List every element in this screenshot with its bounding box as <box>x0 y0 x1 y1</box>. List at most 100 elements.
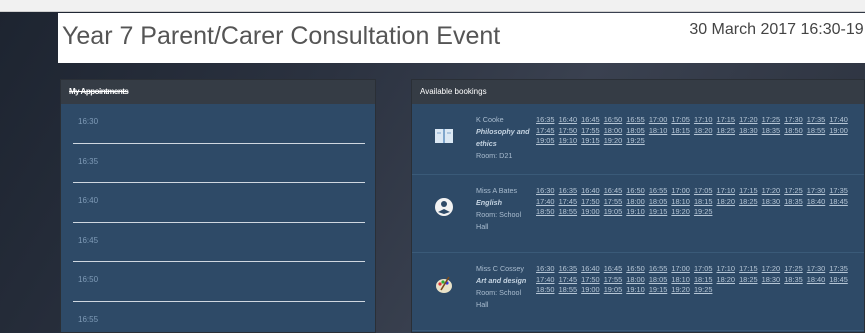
booking-slot-link[interactable]: 17:45 <box>536 126 555 135</box>
booking-slot-link[interactable]: 18:05 <box>649 197 668 206</box>
booking-slot-link[interactable]: 18:30 <box>762 275 781 284</box>
booking-slot-link[interactable]: 19:00 <box>581 285 600 294</box>
appointment-slot[interactable]: 16:50 <box>73 262 365 302</box>
booking-slot-link[interactable]: 17:05 <box>671 115 690 124</box>
booking-slot-link[interactable]: 18:55 <box>559 207 578 216</box>
booking-slot-link[interactable]: 18:20 <box>694 126 713 135</box>
booking-slot-link[interactable]: 19:15 <box>581 136 600 145</box>
booking-slot-link[interactable]: 17:25 <box>762 115 781 124</box>
booking-slot-link[interactable]: 16:55 <box>626 115 645 124</box>
booking-slot-link[interactable]: 17:55 <box>604 275 623 284</box>
booking-slot-link[interactable]: 18:05 <box>649 275 668 284</box>
booking-slot-link[interactable]: 17:50 <box>581 275 600 284</box>
booking-slot-link[interactable]: 18:00 <box>604 126 623 135</box>
booking-slot-link[interactable]: 18:50 <box>536 207 555 216</box>
booking-slot-link[interactable]: 18:05 <box>626 126 645 135</box>
booking-slot-link[interactable]: 16:45 <box>604 186 623 195</box>
booking-slot-link[interactable]: 18:20 <box>717 197 736 206</box>
booking-slot-link[interactable]: 17:35 <box>807 115 826 124</box>
booking-slot-link[interactable]: 19:00 <box>829 126 848 135</box>
booking-slot-link[interactable]: 18:15 <box>694 197 713 206</box>
booking-slot-link[interactable]: 16:50 <box>604 115 623 124</box>
booking-slot-link[interactable]: 17:20 <box>762 264 781 273</box>
booking-slot-link[interactable]: 17:40 <box>536 275 555 284</box>
booking-slot-link[interactable]: 17:50 <box>559 126 578 135</box>
booking-slot-link[interactable]: 16:40 <box>559 115 578 124</box>
booking-slot-link[interactable]: 19:15 <box>649 207 668 216</box>
booking-slot-link[interactable]: 16:50 <box>626 264 645 273</box>
booking-slot-link[interactable]: 18:15 <box>694 275 713 284</box>
booking-slot-link[interactable]: 17:10 <box>717 186 736 195</box>
booking-slot-link[interactable]: 18:40 <box>807 275 826 284</box>
booking-slot-link[interactable]: 19:15 <box>649 285 668 294</box>
booking-slot-link[interactable]: 16:45 <box>604 264 623 273</box>
booking-slot-link[interactable]: 19:20 <box>671 285 690 294</box>
booking-slot-link[interactable]: 17:30 <box>784 115 803 124</box>
appointment-slot[interactable]: 16:45 <box>73 223 365 262</box>
appointment-slot[interactable]: 16:40 <box>73 183 365 223</box>
booking-slot-link[interactable]: 17:25 <box>784 186 803 195</box>
booking-slot-link[interactable]: 16:50 <box>626 186 645 195</box>
booking-slot-link[interactable]: 19:25 <box>694 207 713 216</box>
booking-slot-link[interactable]: 17:30 <box>807 186 826 195</box>
booking-slot-link[interactable]: 18:40 <box>807 197 826 206</box>
booking-slot-link[interactable]: 17:00 <box>671 264 690 273</box>
booking-slot-link[interactable]: 18:35 <box>762 126 781 135</box>
booking-slot-link[interactable]: 18:20 <box>717 275 736 284</box>
booking-slot-link[interactable]: 17:05 <box>694 264 713 273</box>
booking-slot-link[interactable]: 17:50 <box>581 197 600 206</box>
booking-slot-link[interactable]: 18:50 <box>784 126 803 135</box>
booking-slot-link[interactable]: 17:05 <box>694 186 713 195</box>
booking-slot-link[interactable]: 18:30 <box>762 197 781 206</box>
booking-slot-link[interactable]: 18:45 <box>829 197 848 206</box>
appointment-slot[interactable]: 16:30 <box>73 104 365 144</box>
booking-slot-link[interactable]: 16:45 <box>581 115 600 124</box>
booking-slot-link[interactable]: 17:20 <box>739 115 758 124</box>
booking-slot-link[interactable]: 17:25 <box>784 264 803 273</box>
booking-slot-link[interactable]: 17:15 <box>739 264 758 273</box>
booking-slot-link[interactable]: 16:35 <box>559 264 578 273</box>
booking-slot-link[interactable]: 17:00 <box>649 115 668 124</box>
booking-slot-link[interactable]: 18:25 <box>739 197 758 206</box>
booking-slot-link[interactable]: 18:00 <box>626 275 645 284</box>
booking-slot-link[interactable]: 18:25 <box>717 126 736 135</box>
booking-slot-link[interactable]: 19:10 <box>559 136 578 145</box>
booking-slot-link[interactable]: 17:30 <box>807 264 826 273</box>
booking-slot-link[interactable]: 18:10 <box>671 275 690 284</box>
booking-slot-link[interactable]: 19:20 <box>604 136 623 145</box>
booking-slot-link[interactable]: 18:35 <box>784 197 803 206</box>
booking-slot-link[interactable]: 16:40 <box>581 264 600 273</box>
booking-slot-link[interactable]: 17:55 <box>604 197 623 206</box>
booking-slot-link[interactable]: 18:10 <box>671 197 690 206</box>
booking-slot-link[interactable]: 19:10 <box>626 207 645 216</box>
booking-slot-link[interactable]: 16:30 <box>536 264 555 273</box>
booking-slot-link[interactable]: 19:05 <box>536 136 555 145</box>
booking-slot-link[interactable]: 16:55 <box>649 264 668 273</box>
booking-slot-link[interactable]: 16:30 <box>536 186 555 195</box>
booking-slot-link[interactable]: 18:00 <box>626 197 645 206</box>
booking-slot-link[interactable]: 17:20 <box>762 186 781 195</box>
booking-slot-link[interactable]: 18:10 <box>649 126 668 135</box>
booking-slot-link[interactable]: 19:10 <box>626 285 645 294</box>
appointment-slot[interactable]: 16:55 <box>73 302 365 333</box>
booking-slot-link[interactable]: 18:45 <box>829 275 848 284</box>
booking-slot-link[interactable]: 19:05 <box>604 207 623 216</box>
booking-slot-link[interactable]: 18:50 <box>536 285 555 294</box>
booking-slot-link[interactable]: 17:40 <box>829 115 848 124</box>
booking-slot-link[interactable]: 19:05 <box>604 285 623 294</box>
booking-slot-link[interactable]: 18:15 <box>671 126 690 135</box>
booking-slot-link[interactable]: 16:40 <box>581 186 600 195</box>
booking-slot-link[interactable]: 18:55 <box>807 126 826 135</box>
booking-slot-link[interactable]: 17:10 <box>694 115 713 124</box>
booking-slot-link[interactable]: 17:45 <box>559 197 578 206</box>
booking-slot-link[interactable]: 17:40 <box>536 197 555 206</box>
booking-slot-link[interactable]: 18:35 <box>784 275 803 284</box>
booking-slot-link[interactable]: 17:00 <box>671 186 690 195</box>
booking-slot-link[interactable]: 17:55 <box>581 126 600 135</box>
booking-slot-link[interactable]: 19:25 <box>694 285 713 294</box>
booking-slot-link[interactable]: 17:35 <box>829 264 848 273</box>
booking-slot-link[interactable]: 17:10 <box>717 264 736 273</box>
booking-slot-link[interactable]: 17:45 <box>559 275 578 284</box>
booking-slot-link[interactable]: 18:25 <box>739 275 758 284</box>
booking-slot-link[interactable]: 18:30 <box>739 126 758 135</box>
